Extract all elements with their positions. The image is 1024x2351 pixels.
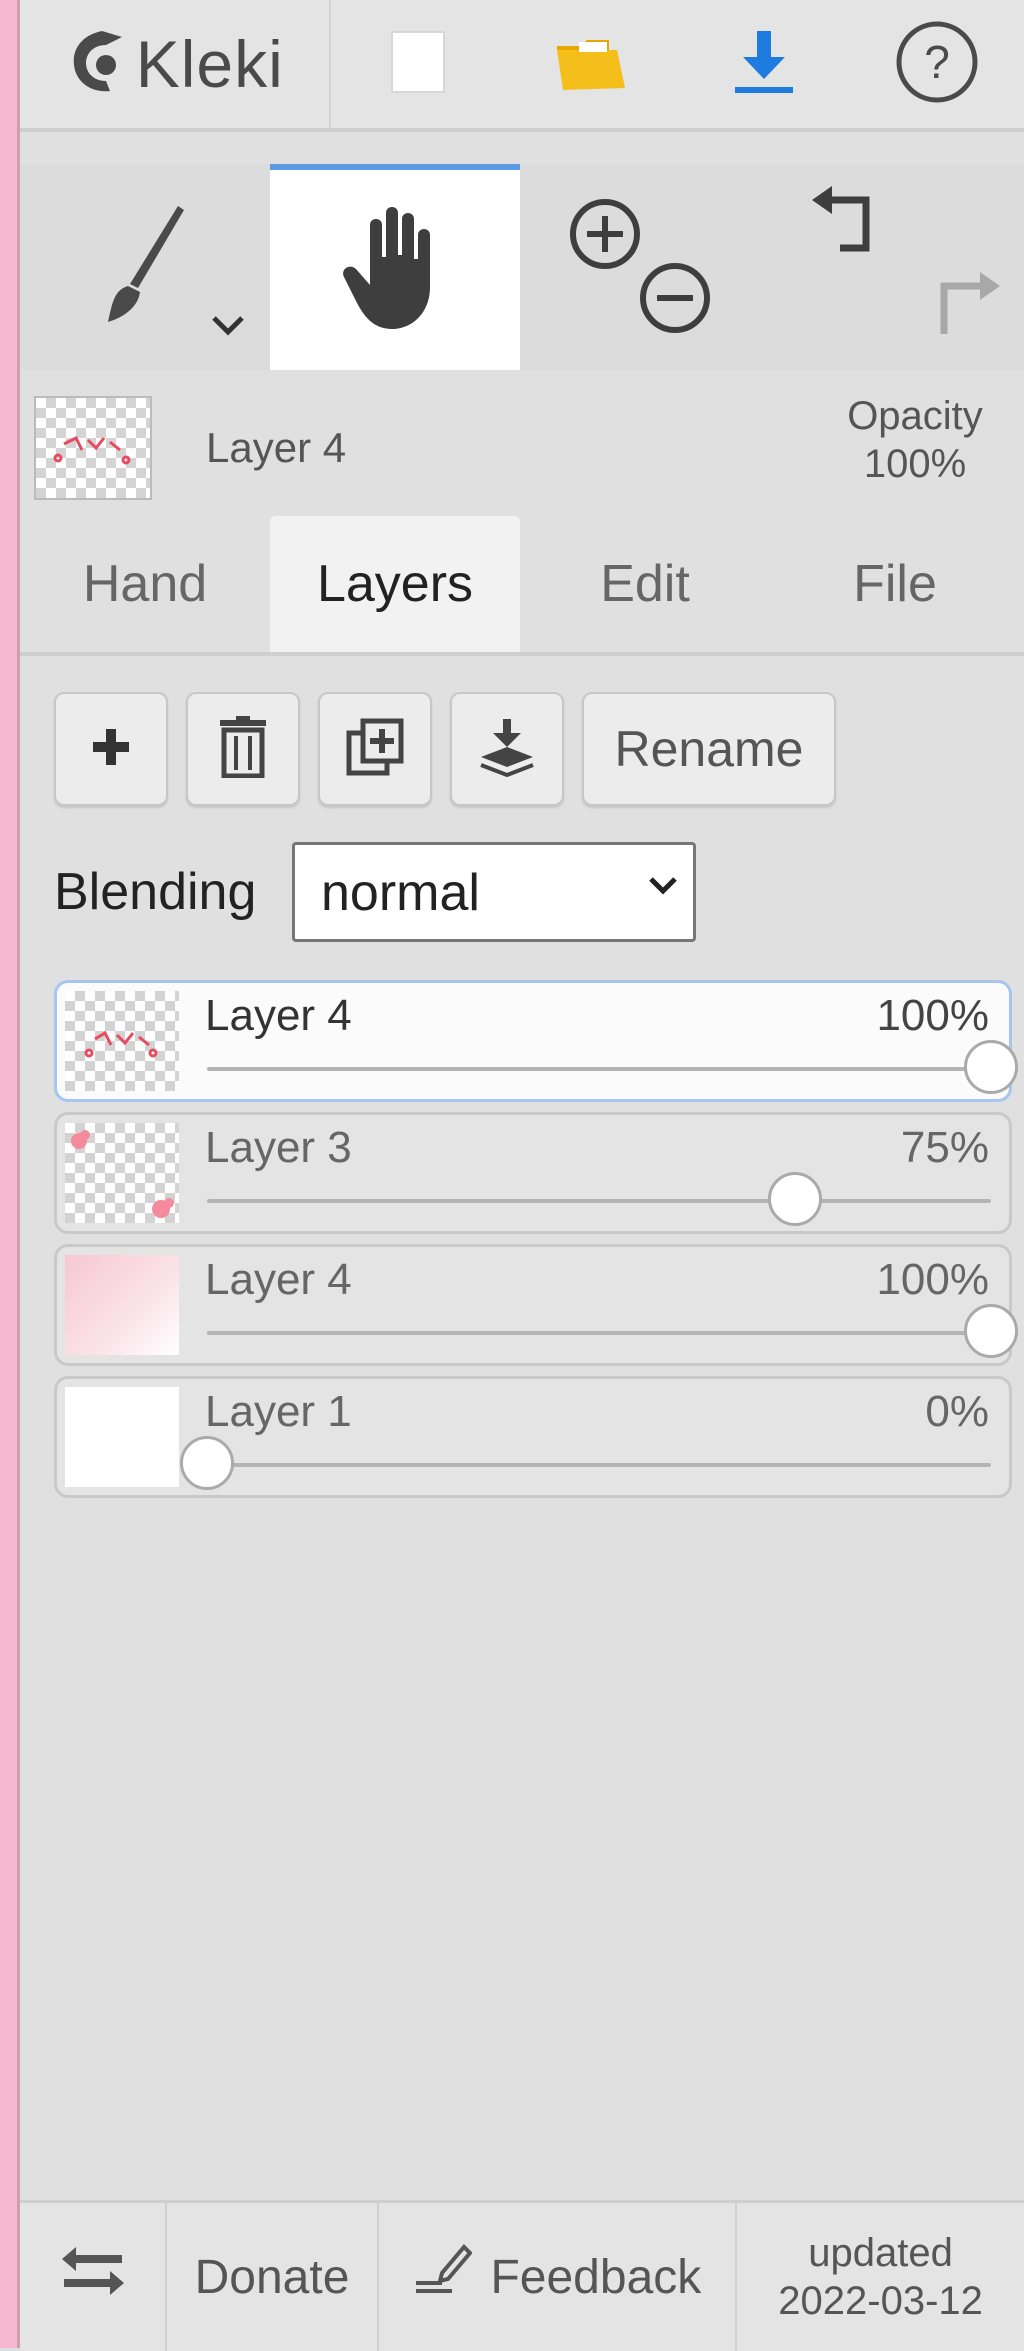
layer-row[interactable]: Layer 4 100% (54, 980, 1018, 1102)
hand-tool[interactable] (270, 164, 520, 370)
zoom-tool[interactable] (520, 164, 770, 370)
layer-row[interactable]: Layer 4 100% (54, 1244, 1018, 1366)
layer-thumbnail (65, 991, 179, 1091)
rename-button[interactable]: Rename (582, 692, 836, 806)
layer-row[interactable]: Layer 1 0% (54, 1376, 1012, 1498)
layer-name: Layer 4 (205, 1255, 352, 1304)
layer-opacity: 75% (900, 1123, 989, 1172)
tab-bar: Hand Layers Edit File (20, 516, 1024, 656)
zoom-icon (545, 190, 745, 345)
chevron-down-icon[interactable] (210, 314, 246, 343)
layer-list: Layer 4 100% Layer 3 75% Layer 4 100% La… (54, 980, 1018, 1508)
current-layer-name: Layer 4 (206, 424, 347, 471)
blending-select[interactable]: normal (292, 842, 696, 942)
layer-opacity: 100% (876, 991, 989, 1040)
layer-opacity-slider[interactable] (207, 1040, 1018, 1094)
layer-thumbnail (65, 1387, 179, 1487)
download-button[interactable] (678, 0, 851, 128)
slider-knob[interactable] (768, 1172, 822, 1226)
opacity-label: Opacity (847, 394, 983, 438)
tab-layers[interactable]: Layers (270, 516, 520, 652)
feedback-icon (412, 2243, 474, 2311)
tool-row (20, 164, 1024, 370)
kleki-logo[interactable]: Kleki (20, 0, 332, 128)
slider-knob[interactable] (964, 1304, 1018, 1358)
delete-layer-icon (218, 715, 268, 783)
feedback-button[interactable]: Feedback (379, 2203, 738, 2351)
blending-label: Blending (54, 863, 257, 921)
swap-side-button[interactable] (20, 2203, 168, 2351)
layer-opacity: 0% (925, 1387, 989, 1436)
brush-tool[interactable] (20, 164, 270, 370)
slider-knob[interactable] (964, 1040, 1018, 1094)
tab-file[interactable]: File (770, 516, 1020, 652)
brush-icon (100, 200, 190, 335)
tab-edit[interactable]: Edit (520, 516, 770, 652)
help-icon: ? (895, 20, 979, 109)
duplicate-layer-button[interactable] (318, 692, 432, 806)
svg-text:?: ? (925, 36, 951, 88)
donate-button[interactable]: Donate (167, 2203, 379, 2351)
updated-label: updated (808, 2231, 953, 2275)
footer-bar: Donate Feedback updated 2022-03-12 (20, 2200, 1024, 2351)
tab-hand[interactable]: Hand (20, 516, 270, 652)
download-icon (729, 27, 799, 102)
layer-opacity-slider[interactable] (180, 1436, 991, 1490)
current-layer-info: Layer 4 Opacity 100% (20, 372, 1024, 520)
slider-knob[interactable] (180, 1436, 234, 1490)
layer-name: Layer 4 (205, 991, 352, 1040)
feedback-label: Feedback (490, 2250, 702, 2304)
side-panel: Kleki ? Layer 4 Opacity 100% Hand Layers… (20, 0, 1024, 2351)
kleki-logo-icon (66, 27, 130, 102)
open-image-button[interactable] (505, 0, 678, 128)
layer-opacity-slider[interactable] (207, 1304, 1018, 1358)
help-button[interactable]: ? (851, 0, 1024, 128)
updated-info: updated 2022-03-12 (737, 2203, 1024, 2351)
open-folder-icon (553, 30, 629, 99)
layer-actions: Rename (54, 692, 836, 806)
app-name: Kleki (135, 27, 284, 101)
new-image-icon (390, 30, 446, 99)
undo-redo-group (770, 164, 1020, 370)
current-layer-thumbnail (34, 396, 152, 500)
merge-layer-icon (477, 717, 537, 782)
layer-thumbnail (65, 1123, 179, 1223)
delete-layer-button[interactable] (186, 692, 300, 806)
chevron-down-icon (647, 875, 679, 902)
layer-name: Layer 3 (205, 1123, 352, 1172)
add-layer-button[interactable] (54, 692, 168, 806)
layer-thumbnail (65, 1255, 179, 1355)
swap-arrows-icon (58, 2243, 128, 2311)
updated-date: 2022-03-12 (778, 2279, 983, 2323)
opacity-value: 100% (863, 442, 967, 486)
add-layer-icon (91, 727, 131, 772)
top-bar: Kleki ? (20, 0, 1024, 132)
canvas-edge (0, 0, 20, 2348)
hand-icon (340, 203, 450, 338)
duplicate-layer-icon (345, 717, 405, 782)
layer-opacity: 100% (876, 1255, 989, 1304)
new-image-button[interactable] (331, 0, 504, 128)
blending-value: normal (321, 864, 480, 922)
layer-opacity-slider[interactable] (207, 1172, 991, 1226)
layer-row[interactable]: Layer 3 75% (54, 1112, 1012, 1234)
merge-layer-button[interactable] (450, 692, 564, 806)
layer-name: Layer 1 (205, 1387, 352, 1436)
